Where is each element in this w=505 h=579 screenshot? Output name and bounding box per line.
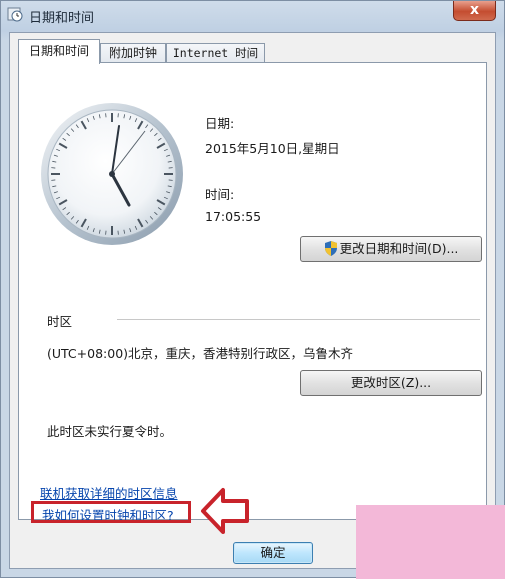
window-title: 日期和时间 [29,7,94,26]
dialog-body: 日期和时间 附加时钟 Internet 时间 [9,32,496,569]
tab-additional-clocks[interactable]: 附加时钟 [100,43,166,63]
time-label: 时间: [205,184,234,203]
close-button[interactable]: x [453,1,496,21]
dialog-window: 日期和时间 x 日期和时间 附加时钟 Internet 时间 [0,0,505,578]
analog-clock [39,101,185,247]
ok-button[interactable]: 确定 [233,542,313,564]
time-value: 17:05:55 [205,209,261,224]
date-label: 日期: [205,113,234,132]
red-arrow-icon [199,486,251,536]
app-clock-icon [7,6,23,22]
tab-date-time[interactable]: 日期和时间 [18,39,100,64]
dst-note: 此时区未实行夏令时。 [47,421,172,440]
tab-label: 日期和时间 [29,44,89,58]
button-label: 更改时区(Z)... [351,375,431,390]
change-date-time-button[interactable]: 更改日期和时间(D)... [300,236,482,262]
date-value: 2015年5月10日,星期日 [205,138,340,157]
tab-label: Internet 时间 [173,46,258,60]
uac-shield-icon [324,241,338,256]
change-timezone-button[interactable]: 更改时区(Z)... [300,370,482,396]
close-icon: x [470,2,479,18]
timezone-section-label: 时区 [47,311,72,330]
highlight-box [31,501,191,523]
timezone-value: (UTC+08:00)北京，重庆，香港特别行政区，乌鲁木齐 [47,343,353,362]
tab-internet-time[interactable]: Internet 时间 [166,43,265,63]
title-bar: 日期和时间 x [1,1,504,31]
tab-label: 附加时钟 [109,46,157,60]
section-divider [117,319,480,320]
button-label: 确定 [260,545,285,560]
tab-panel: 日期: 2015年5月10日,星期日 时间: 17:05:55 更改日期和时间(… [18,62,487,520]
overlay-block [356,505,505,579]
online-timezone-info-link[interactable]: 联机获取详细的时区信息 [40,483,178,502]
button-label: 更改日期和时间(D)... [340,241,459,256]
